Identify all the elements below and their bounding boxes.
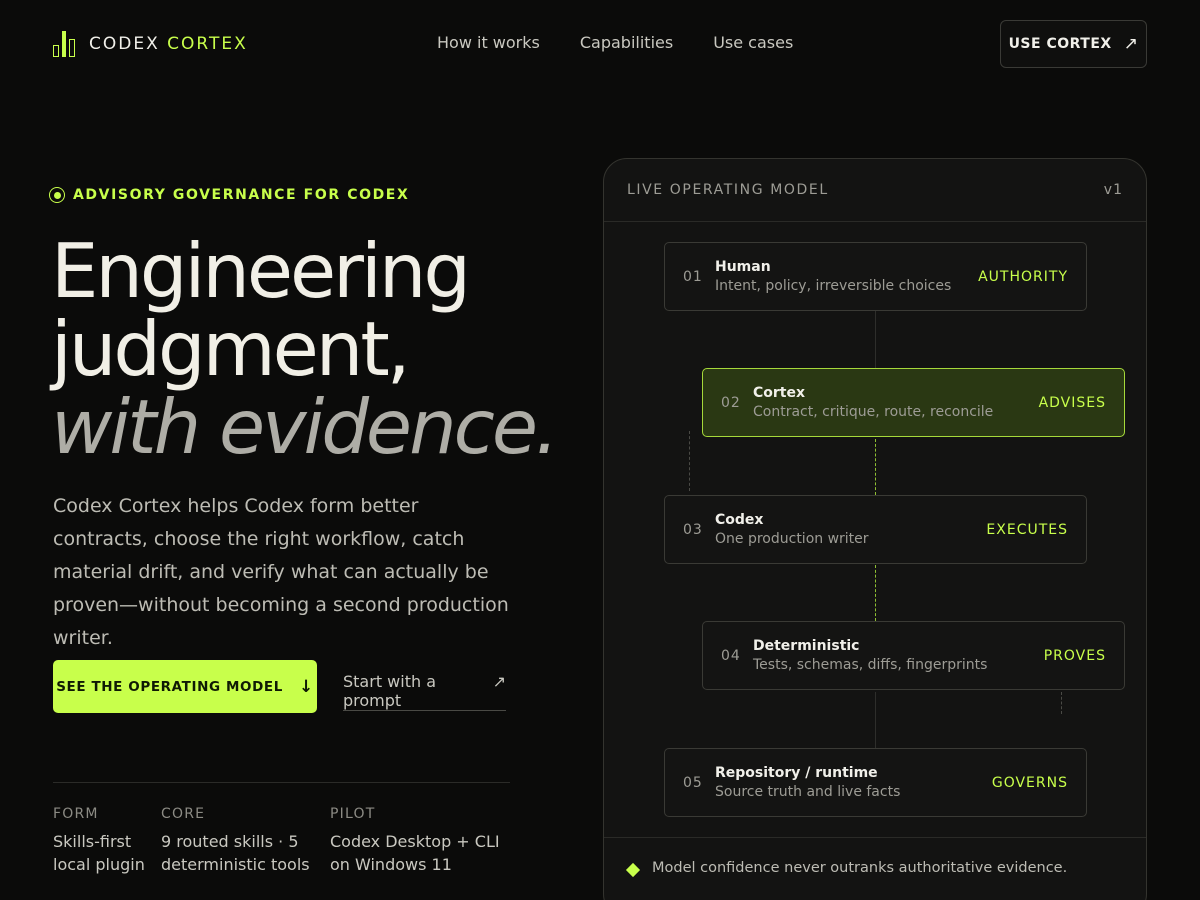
node-description: One production writer (715, 531, 869, 547)
node-role-tag: EXECUTES (986, 521, 1068, 538)
node-description: Tests, schemas, diffs, fingerprints (753, 657, 988, 673)
node-number: 04 (721, 647, 741, 664)
node-number: 02 (721, 394, 741, 411)
landing-page: CODEX CORTEX How it works Capabilities U… (0, 0, 1200, 900)
stat-value: Skills-first local plugin (53, 832, 145, 874)
node-name: Cortex (753, 385, 806, 401)
panel-header: LIVE OPERATING MODEL v1 (604, 159, 1146, 222)
stat-label: CORE (161, 806, 206, 822)
stat-pilot: PILOT Codex Desktop + CLI on Windows 11 (330, 806, 520, 876)
node-role-tag: AUTHORITY (978, 268, 1068, 285)
node-number: 03 (683, 521, 703, 538)
use-cortex-button[interactable]: USE CORTEX ↗ (1000, 20, 1147, 68)
hero-lede: Codex Cortex helps Codex form better con… (53, 495, 509, 649)
node-name: Deterministic (753, 638, 860, 654)
stat-label: FORM (53, 806, 99, 822)
arrow-up-right-icon: ↗ (492, 672, 506, 691)
node-description: Contract, critique, route, reconcile (753, 404, 994, 420)
node-description: Source truth and live facts (715, 784, 901, 800)
brand-primary: CODEX (89, 34, 160, 54)
node-description: Intent, policy, irreversible choices (715, 278, 952, 294)
connector-line (875, 311, 876, 369)
see-operating-model-button[interactable]: SEE THE OPERATING MODEL ↓ (53, 660, 317, 713)
stat-value: Codex Desktop + CLI on Windows 11 (330, 832, 500, 874)
operating-model-panel: LIVE OPERATING MODEL v1 01 Human Intent,… (603, 158, 1147, 900)
brand-accent: CORTEX (167, 34, 248, 54)
eyebrow-text: ADVISORY GOVERNANCE FOR CODEX (73, 187, 410, 203)
headline-line-2: judgment, (51, 305, 411, 393)
node-name: Codex (715, 512, 764, 528)
connector-line (689, 431, 690, 491)
connector-line (1061, 692, 1062, 714)
start-with-prompt-link[interactable]: Start with a prompt ↗ (343, 672, 506, 711)
bar-chart-logo-icon (53, 31, 75, 57)
use-cortex-label: USE CORTEX (1008, 36, 1112, 52)
brand-logo[interactable]: CODEX CORTEX (53, 31, 248, 57)
panel-footer: Model confidence never outranks authorit… (604, 837, 1146, 900)
model-node-deterministic[interactable]: 04 Deterministic Tests, schemas, diffs, … (702, 621, 1125, 690)
node-role-tag: GOVERNS (991, 774, 1068, 791)
model-node-cortex[interactable]: 02 Cortex Contract, critique, route, rec… (702, 368, 1125, 437)
radio-dot-icon (49, 187, 65, 203)
node-name: Human (715, 259, 771, 275)
stats-divider (53, 782, 510, 783)
arrow-up-right-icon: ↗ (1123, 34, 1139, 54)
panel-version: v1 (1103, 182, 1123, 198)
node-number: 05 (683, 774, 703, 791)
stat-label: PILOT (330, 806, 376, 822)
node-number: 01 (683, 268, 703, 285)
diamond-icon (625, 862, 641, 878)
node-name: Repository / runtime (715, 765, 878, 781)
nav-capabilities[interactable]: Capabilities (580, 33, 673, 52)
eyebrow: ADVISORY GOVERNANCE FOR CODEX (49, 187, 409, 203)
stat-form: FORM Skills-first local plugin (53, 806, 161, 876)
connector-line (875, 692, 876, 748)
panel-footer-text: Model confidence never outranks authorit… (652, 860, 1068, 876)
brand-wordmark: CODEX CORTEX (89, 34, 248, 54)
nav-how-it-works[interactable]: How it works (437, 33, 540, 52)
headline-line-1: Engineering (51, 227, 471, 315)
hero-headline: Engineering judgment, with evidence. (51, 232, 571, 466)
arrow-down-icon: ↓ (298, 676, 314, 697)
model-node-codex[interactable]: 03 Codex One production writer EXECUTES (664, 495, 1087, 564)
stat-core: CORE 9 routed skills · 5 deterministic t… (161, 806, 330, 876)
model-node-repository[interactable]: 05 Repository / runtime Source truth and… (664, 748, 1087, 817)
see-operating-model-label: SEE THE OPERATING MODEL (56, 678, 283, 695)
stats-row: FORM Skills-first local plugin CORE 9 ro… (53, 806, 520, 876)
connector-line (875, 439, 876, 495)
connector-line (875, 565, 876, 621)
panel-title: LIVE OPERATING MODEL (627, 182, 829, 198)
node-role-tag: PROVES (1043, 647, 1106, 664)
model-node-human[interactable]: 01 Human Intent, policy, irreversible ch… (664, 242, 1087, 311)
start-with-prompt-label: Start with a prompt (343, 672, 437, 710)
headline-line-3: with evidence. (51, 383, 559, 471)
nav-use-cases[interactable]: Use cases (713, 33, 793, 52)
node-role-tag: ADVISES (1038, 394, 1106, 411)
stat-value: 9 routed skills · 5 deterministic tools (161, 832, 310, 874)
main-nav: How it works Capabilities Use cases (437, 33, 793, 52)
